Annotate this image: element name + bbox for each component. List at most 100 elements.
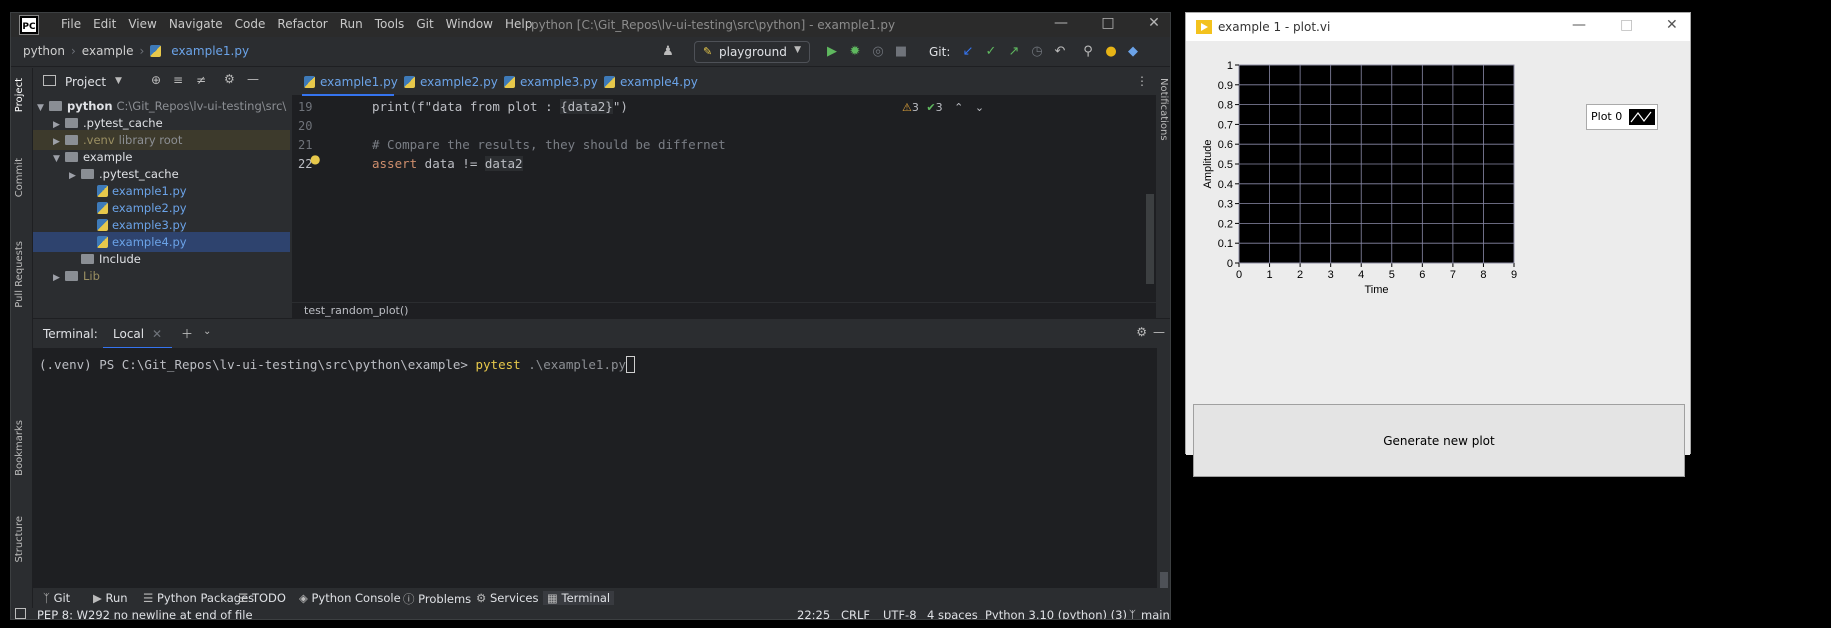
generate-new-plot-button[interactable]: Generate new plot bbox=[1193, 404, 1685, 477]
chevron-right-icon[interactable]: ▶ bbox=[53, 268, 65, 286]
x-tick-label: 0 bbox=[1236, 269, 1242, 281]
tab-example1-py[interactable]: example1.py ✕ bbox=[302, 68, 398, 117]
tab-todo[interactable]: ☰ TODO bbox=[238, 591, 286, 605]
close-icon[interactable]: ✕ bbox=[1666, 17, 1678, 33]
waveform-graph[interactable]: 0 1 2 3 4 5 6 7 8 9 0 0.1 0.2 0.3 0.4 0.5 0.6 0.7 0.8 0.9 1 T… bbox=[1186, 41, 1692, 401]
code-line[interactable]: print(f"data from plot : {data2}") bbox=[372, 96, 628, 118]
file-encoding[interactable]: UTF-8 bbox=[883, 608, 917, 619]
locate-icon[interactable]: ⊕ bbox=[151, 73, 161, 87]
menu-item-navigate[interactable]: Navigate bbox=[163, 17, 229, 31]
tab-example3-py[interactable]: example3.py bbox=[502, 68, 598, 96]
maximize-icon[interactable]: □ bbox=[1098, 15, 1118, 31]
tab-services[interactable]: ⚙ Services bbox=[476, 591, 538, 605]
tab-run[interactable]: ▶ Run bbox=[93, 591, 128, 605]
python-file-icon bbox=[304, 76, 315, 88]
project-window-icon bbox=[43, 75, 56, 86]
terminal-scrollbar[interactable] bbox=[1160, 348, 1168, 588]
function-breadcrumb[interactable]: test_random_plot() bbox=[292, 302, 1156, 318]
breadcrumb-item[interactable]: example1.py bbox=[171, 44, 249, 58]
lightbulb-icon[interactable]: ● bbox=[310, 152, 320, 166]
python-packages-icon: ☰ bbox=[143, 591, 157, 605]
tab-example2-py[interactable]: example2.py bbox=[402, 68, 498, 96]
tab-project[interactable]: Project bbox=[14, 78, 25, 112]
tab-notifications[interactable]: Notifications bbox=[1158, 78, 1169, 141]
collapse-all-icon[interactable]: ≠ bbox=[196, 73, 206, 87]
plot-legend[interactable]: Plot 0 bbox=[1586, 104, 1658, 130]
editor-area: example1.py ✕ example2.py example3.py examp… bbox=[292, 68, 1156, 318]
run-icon: ▶ bbox=[93, 591, 106, 605]
search-icon[interactable]: ⚲ bbox=[1079, 43, 1097, 61]
maximize-icon[interactable]: □ bbox=[1620, 17, 1633, 33]
run-configuration-select[interactable]: ✎ playground ▼ bbox=[694, 41, 810, 63]
add-tab-icon[interactable]: ＋ bbox=[181, 325, 193, 342]
code-token: assert bbox=[372, 156, 418, 171]
tab-label: Git bbox=[53, 591, 71, 605]
status-message[interactable]: PEP 8: W292 no newline at end of file bbox=[37, 608, 253, 619]
stop-icon[interactable]: ■ bbox=[892, 43, 910, 61]
rollback-icon[interactable]: ↶ bbox=[1051, 43, 1069, 61]
tab-example4-py[interactable]: example4.py bbox=[602, 68, 698, 96]
chevron-down-icon[interactable]: ⌄ bbox=[975, 101, 984, 114]
plugin-icon[interactable]: ◆ bbox=[1124, 43, 1142, 61]
tab-pull-requests[interactable]: Pull Requests bbox=[14, 241, 25, 308]
git-push-icon[interactable]: ↗ bbox=[1005, 43, 1023, 61]
menu-item-window[interactable]: Window bbox=[440, 17, 499, 31]
terminal-tab-label: Local bbox=[113, 327, 145, 341]
legend-line-icon bbox=[1629, 109, 1655, 125]
python-interpreter[interactable]: Python 3.10 (python) (3) bbox=[985, 608, 1127, 619]
chevron-down-icon[interactable]: ▼ bbox=[115, 76, 122, 86]
close-tab-icon[interactable]: ✕ bbox=[152, 327, 162, 341]
run-icon[interactable]: ▶ bbox=[823, 43, 841, 61]
tab-problems[interactable]: ⓘ Problems bbox=[403, 591, 471, 607]
menu-item-code[interactable]: Code bbox=[229, 17, 272, 31]
git-update-icon[interactable]: ↙ bbox=[959, 43, 977, 61]
chevron-up-icon[interactable]: ⌃ bbox=[954, 101, 963, 114]
tab-terminal[interactable]: ▦ Terminal bbox=[543, 591, 615, 605]
tab-git[interactable]: ᛉ Git bbox=[43, 591, 70, 605]
git-commit-icon[interactable]: ✓ bbox=[982, 43, 1000, 61]
minimize-icon[interactable]: — bbox=[1051, 15, 1071, 31]
menu-item-git[interactable]: Git bbox=[410, 17, 439, 31]
gear-icon[interactable]: ⚙ bbox=[1136, 325, 1147, 339]
line-separator[interactable]: CRLF bbox=[841, 608, 870, 619]
tab-bookmarks[interactable]: Bookmarks bbox=[14, 420, 25, 476]
menu-item-run[interactable]: Run bbox=[334, 17, 369, 31]
history-icon[interactable]: ◷ bbox=[1028, 43, 1046, 61]
update-icon[interactable]: ● bbox=[1102, 43, 1120, 61]
gear-icon[interactable]: ⚙ bbox=[224, 72, 235, 86]
tab-structure[interactable]: Structure bbox=[14, 516, 25, 563]
editor-scrollbar[interactable] bbox=[1146, 96, 1156, 302]
menu-item-file[interactable]: File bbox=[55, 17, 87, 31]
panel-toggle-icon[interactable] bbox=[15, 608, 26, 619]
menu-item-tools[interactable]: Tools bbox=[369, 17, 411, 31]
git-branch[interactable]: main bbox=[1141, 608, 1170, 619]
close-icon[interactable]: ✕ bbox=[1144, 15, 1164, 31]
hide-icon[interactable]: — bbox=[1153, 325, 1165, 339]
expand-all-icon[interactable]: ≡ bbox=[173, 73, 183, 87]
user-icon[interactable]: ♟ bbox=[659, 43, 677, 61]
breadcrumb-item[interactable]: python bbox=[23, 44, 65, 58]
terminal-output[interactable]: (.venv) PS C:\Git_Repos\lv-ui-testing\sr… bbox=[33, 348, 1157, 588]
indent-setting[interactable]: 4 spaces bbox=[927, 608, 978, 619]
breadcrumb-item[interactable]: example bbox=[82, 44, 134, 58]
inspection-widget[interactable]: ⚠3 ✔3 ⌃ ⌄ bbox=[902, 101, 984, 114]
menu-item-refactor[interactable]: Refactor bbox=[271, 17, 333, 31]
tab-python-console[interactable]: ◈ Python Console bbox=[299, 591, 401, 605]
chevron-down-icon[interactable]: ⌄ bbox=[203, 326, 211, 337]
minimize-icon[interactable]: — bbox=[1572, 17, 1586, 33]
coverage-icon[interactable]: ◎ bbox=[869, 43, 887, 61]
tab-label: Python Console bbox=[311, 591, 401, 605]
tree-folder-Lib[interactable]: ▶ Lib bbox=[33, 266, 290, 286]
tab-terminal-local[interactable]: Local ✕ bbox=[103, 319, 172, 349]
hide-icon[interactable]: — bbox=[247, 72, 259, 86]
cursor-position[interactable]: 22:25 bbox=[797, 608, 830, 619]
code-line[interactable]: assert data != data2 bbox=[372, 153, 523, 175]
menu-item-view[interactable]: View bbox=[122, 17, 162, 31]
tab-commit[interactable]: Commit bbox=[14, 158, 25, 197]
code-editor[interactable]: print(f"data from plot : {data2}") # Comp… bbox=[372, 96, 1112, 302]
debug-icon[interactable]: ✹ bbox=[846, 43, 864, 61]
project-panel-title[interactable]: Project bbox=[65, 75, 106, 89]
more-tabs-icon[interactable]: ⋮ bbox=[1136, 74, 1148, 88]
tab-label: Services bbox=[489, 591, 539, 605]
menu-item-edit[interactable]: Edit bbox=[87, 17, 122, 31]
